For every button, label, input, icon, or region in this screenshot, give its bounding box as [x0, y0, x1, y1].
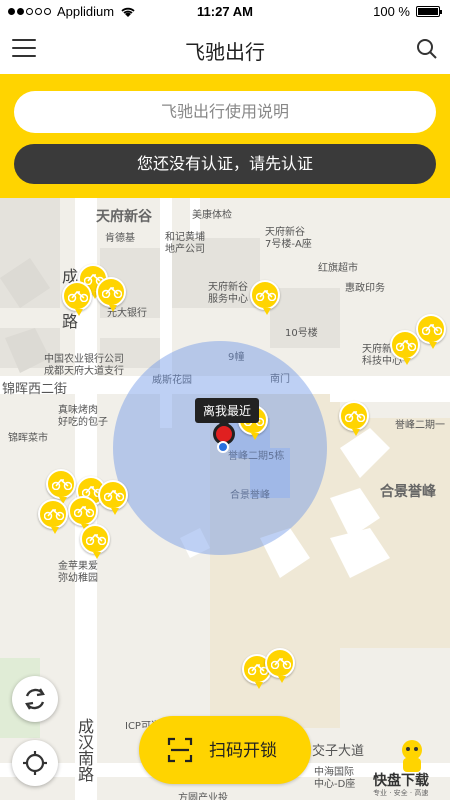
map-label: 肯德基	[105, 233, 135, 244]
scan-unlock-label: 扫码开锁	[209, 741, 277, 761]
map-view[interactable]: 天府新谷 美康体检 肯德基 和记黄埔 地产公司 天府新谷 7号楼-A座 红旗超市…	[0, 198, 450, 800]
map-label: 誉峰二期一	[395, 420, 445, 431]
bike-icon	[396, 339, 416, 351]
map-label: 锦晖西二街	[2, 382, 68, 397]
map-label: 红旗超市	[318, 263, 358, 274]
watermark-subtext: 专业 · 安全 · 高速	[373, 789, 429, 797]
bike-pin[interactable]	[96, 277, 126, 312]
bike-pin[interactable]	[390, 330, 420, 365]
map-label: 弥幼稚园	[58, 573, 98, 584]
bike-pin[interactable]	[38, 499, 68, 534]
app-header: 飞驰出行	[0, 24, 450, 74]
map-label: 10号楼	[285, 328, 318, 339]
bike-pin[interactable]	[46, 469, 76, 504]
bike-icon	[256, 289, 276, 301]
refresh-icon	[25, 688, 45, 710]
map-label: 惠政印务	[345, 283, 385, 294]
scan-icon	[167, 737, 193, 763]
bike-icon	[102, 286, 122, 298]
nearest-tooltip: 离我最近	[195, 398, 260, 428]
locate-icon	[23, 751, 47, 775]
map-label: 中心-D座	[314, 779, 356, 790]
bike-pin[interactable]	[416, 314, 446, 349]
map-label: 7号楼-A座	[265, 239, 312, 250]
battery-icon	[416, 6, 442, 17]
status-bar: Applidium 11:27 AM 100 %	[0, 0, 450, 24]
current-location-dot	[217, 441, 229, 453]
bike-pin[interactable]	[62, 281, 92, 316]
map-label: 成都天府大道支行	[44, 366, 124, 377]
bike-pin[interactable]	[80, 524, 110, 559]
bike-pin[interactable]	[68, 496, 98, 531]
verify-button[interactable]: 您还没有认证，请先认证	[14, 144, 436, 184]
map-label: 合景誉峰	[380, 484, 436, 500]
search-icon[interactable]	[416, 38, 438, 60]
map-label: 地产公司	[165, 244, 205, 255]
map-label: 好吃的包子	[58, 417, 108, 428]
bike-icon	[271, 657, 291, 669]
instructions-search-field[interactable]: 飞驰出行使用说明	[14, 91, 436, 133]
watermark-text: 快盘下载	[373, 773, 429, 789]
bike-pin[interactable]	[98, 480, 128, 515]
map-label: 锦晖菜市	[8, 433, 48, 444]
scan-unlock-button[interactable]: 扫码开锁	[139, 716, 311, 784]
bike-icon	[345, 410, 365, 422]
refresh-button[interactable]	[12, 676, 58, 722]
bike-icon	[44, 508, 64, 520]
road-label: 成汉南路	[75, 718, 94, 782]
battery-percent: 100 %	[373, 4, 410, 19]
locate-button[interactable]	[12, 740, 58, 786]
map-label: 美康体检	[192, 210, 232, 221]
map-label: 方圆产业投	[178, 793, 228, 800]
map-label: 交子大道	[312, 744, 365, 759]
bike-icon	[422, 323, 442, 335]
bike-pin[interactable]	[250, 280, 280, 315]
page-title: 飞驰出行	[185, 40, 265, 64]
bike-icon	[86, 533, 106, 545]
bike-pin[interactable]	[265, 648, 295, 683]
bike-pin[interactable]	[339, 401, 369, 436]
bike-icon	[52, 478, 72, 490]
bike-icon	[104, 489, 124, 501]
map-label: 服务中心	[208, 294, 248, 305]
battery-area: 100 %	[373, 4, 442, 19]
map-label: 天府新谷	[96, 209, 152, 225]
bike-icon	[68, 290, 88, 302]
top-banner: 飞驰出行使用说明 您还没有认证，请先认证	[0, 74, 450, 198]
bike-icon	[74, 505, 94, 517]
watermark-logo: 快盘下载 专业 · 安全 · 高速	[365, 740, 450, 800]
